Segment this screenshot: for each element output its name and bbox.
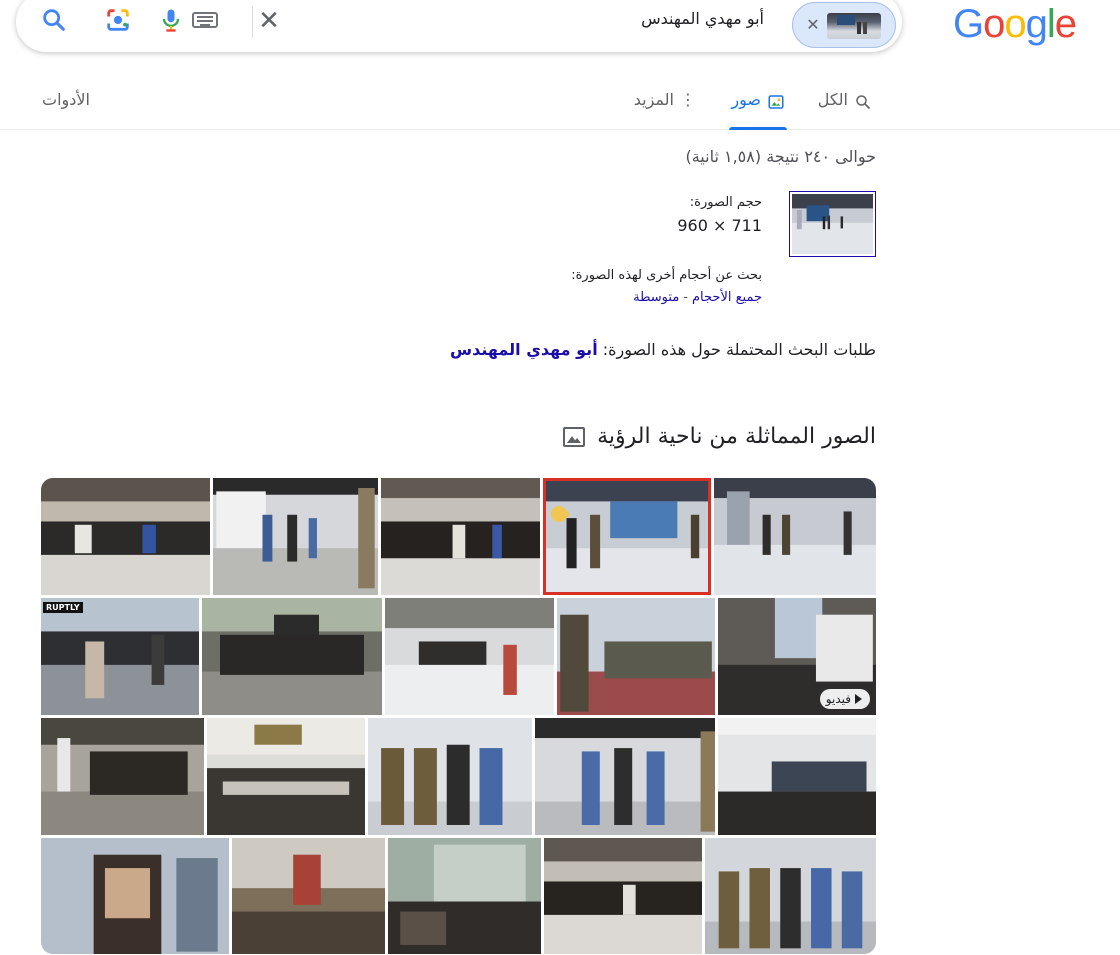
- logo-letter: o: [1004, 2, 1026, 46]
- video-badge-label: فيديو: [825, 692, 851, 706]
- microphone-icon[interactable]: [157, 6, 185, 34]
- similar-image[interactable]: [385, 598, 554, 715]
- best-guess: طلبات البحث المحتملة حول هذه الصورة: أبو…: [450, 340, 876, 359]
- similar-image[interactable]: [41, 718, 204, 835]
- tab-more[interactable]: ⋮ المزيد: [634, 90, 696, 130]
- medium-size-link[interactable]: متوسطة: [633, 290, 679, 305]
- similar-image-content: [535, 718, 715, 835]
- similar-image[interactable]: [381, 478, 540, 595]
- similar-image-content: [41, 838, 229, 954]
- similar-image[interactable]: [388, 838, 541, 954]
- image-size-label: حجم الصورة:: [689, 195, 762, 210]
- similar-image[interactable]: [714, 478, 876, 595]
- best-guess-link[interactable]: أبو مهدي المهندس: [450, 340, 598, 359]
- logo-letter: G: [952, 2, 984, 46]
- similar-image-content: [41, 598, 199, 715]
- similar-image-content: [207, 718, 365, 835]
- tab-label: صور: [731, 90, 761, 109]
- similar-image-content: [381, 478, 540, 595]
- similar-image[interactable]: [232, 838, 385, 954]
- similar-images-grid: RUPTLY فيديو: [41, 478, 876, 954]
- tools-button[interactable]: الأدوات: [42, 90, 90, 130]
- video-badge: فيديو: [819, 689, 870, 709]
- more-dots-icon: ⋮: [680, 90, 696, 109]
- similar-images-heading: الصور المماثلة من ناحية الرؤية: [563, 424, 876, 449]
- logo-letter: e: [1054, 2, 1077, 46]
- similar-image-content: [368, 718, 532, 835]
- similar-image-content: [385, 598, 554, 715]
- preview-image: [792, 194, 873, 254]
- similar-image[interactable]: [41, 838, 229, 954]
- logo-letter: g: [1025, 2, 1048, 46]
- similar-images-title: الصور المماثلة من ناحية الرؤية: [597, 424, 876, 449]
- similar-image[interactable]: [535, 718, 715, 835]
- similar-image-content: [544, 838, 702, 954]
- all-sizes-link[interactable]: جميع الأحجام: [692, 290, 762, 305]
- similar-image[interactable]: [705, 838, 876, 954]
- similar-image-content: [232, 838, 385, 954]
- similar-image[interactable]: [213, 478, 378, 595]
- similar-image-content: [41, 478, 210, 595]
- result-stats: حوالى ٢٤٠ نتيجة (١,٥٨ ثانية): [685, 147, 876, 166]
- play-icon: [855, 694, 862, 704]
- similar-image-content: [202, 598, 382, 715]
- google-lens-icon[interactable]: [104, 6, 132, 34]
- similar-image-content: [41, 718, 204, 835]
- best-guess-label: طلبات البحث المحتملة حول هذه الصورة:: [602, 340, 876, 359]
- other-sizes-label: بحث عن أحجام أخرى لهذه الصورة:: [571, 268, 762, 283]
- similar-image[interactable]: [557, 598, 715, 715]
- tab-images[interactable]: صور: [729, 90, 787, 130]
- tab-all[interactable]: الكل: [818, 90, 872, 130]
- similar-image-content: [543, 478, 711, 595]
- search-tabs: الكل صور ⋮ المزيد الأدوات: [0, 84, 1120, 130]
- similar-image[interactable]: [202, 598, 382, 715]
- similar-image-content: [213, 478, 378, 595]
- clear-search-icon[interactable]: ✕: [256, 8, 282, 34]
- similar-image-content: [714, 478, 876, 595]
- similar-image-content: [718, 718, 876, 835]
- tab-label: الكل: [817, 90, 848, 109]
- similar-image-content: [557, 598, 715, 715]
- similar-image-content: [705, 838, 876, 954]
- tab-label: المزيد: [633, 90, 674, 109]
- similar-image[interactable]: [41, 478, 210, 595]
- similar-image[interactable]: [544, 838, 702, 954]
- remove-image-icon[interactable]: ✕: [803, 14, 823, 36]
- similar-image[interactable]: فيديو: [718, 598, 876, 715]
- google-logo[interactable]: Google: [952, 2, 1077, 46]
- search-input[interactable]: أبو مهدي المهندس: [641, 9, 764, 28]
- search-icon: [856, 95, 870, 109]
- similar-image[interactable]: RUPTLY: [41, 598, 199, 715]
- image-query-chip[interactable]: ✕: [792, 2, 896, 48]
- video-watermark: RUPTLY: [43, 602, 83, 613]
- similar-image[interactable]: [718, 718, 876, 835]
- image-icon: [768, 95, 784, 109]
- logo-letter: o: [983, 2, 1005, 46]
- link-separator: -: [683, 290, 688, 305]
- search-box[interactable]: ✕ أبو مهدي المهندس ✕: [16, 0, 902, 52]
- similar-image[interactable]: [207, 718, 365, 835]
- query-image-preview[interactable]: [789, 191, 876, 257]
- image-size-value: 960 × 711: [677, 216, 762, 235]
- search-divider: [252, 6, 253, 38]
- search-icon[interactable]: [40, 6, 68, 34]
- image-icon: [563, 426, 586, 447]
- size-links: جميع الأحجام-متوسطة: [633, 290, 762, 305]
- logo-letter: l: [1046, 2, 1056, 46]
- query-image-thumbnail[interactable]: [827, 13, 881, 39]
- similar-image-selected[interactable]: [543, 478, 711, 595]
- similar-image[interactable]: [368, 718, 532, 835]
- keyboard-icon[interactable]: [192, 12, 218, 28]
- similar-image-content: [388, 838, 541, 954]
